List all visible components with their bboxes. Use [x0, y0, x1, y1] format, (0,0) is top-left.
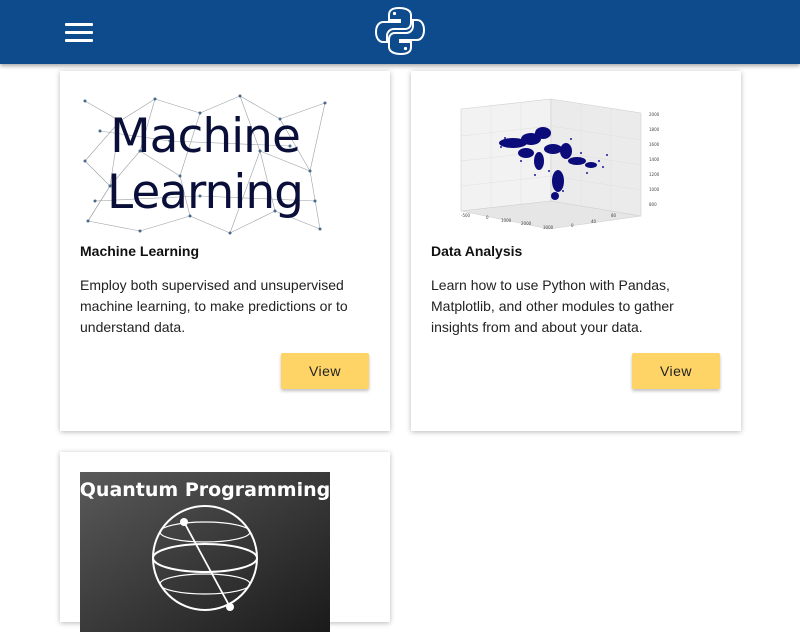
svg-text:80: 80: [611, 213, 617, 218]
svg-text:1800: 1800: [649, 127, 660, 132]
data-analysis-image: 2000 1800 1600 1400 1200 1000 800 -500 0 1000 2…: [431, 91, 681, 239]
svg-text:1000: 1000: [649, 187, 660, 192]
card-title: Data Analysis: [431, 243, 523, 259]
svg-text:2000: 2000: [649, 112, 660, 117]
image-text-machine: Machine: [110, 109, 300, 164]
course-card-machine-learning: Machine Learning Machine Learning Employ…: [60, 71, 390, 431]
card-description: Employ both supervised and unsupervised …: [80, 277, 348, 335]
course-card-data-analysis: 2000 1800 1600 1400 1200 1000 800 -500 0 1000 2…: [411, 71, 741, 431]
svg-text:1000: 1000: [501, 218, 512, 223]
svg-text:1200: 1200: [649, 172, 660, 177]
svg-text:800: 800: [649, 202, 657, 207]
svg-text:2000: 2000: [521, 221, 532, 226]
view-button[interactable]: View: [281, 353, 369, 389]
svg-text:1600: 1600: [649, 142, 660, 147]
course-card-quantum-programming: Quantum Programming: [60, 452, 390, 632]
quantum-programming-image: Quantum Programming: [80, 472, 330, 632]
svg-text:3000: 3000: [543, 225, 554, 230]
python-logo-icon[interactable]: [374, 5, 426, 57]
top-app-bar: [0, 0, 800, 64]
svg-text:-500: -500: [461, 213, 471, 218]
view-button[interactable]: View: [632, 353, 720, 389]
card-title: Machine Learning: [80, 243, 200, 259]
network-graph-illustration: Machine Learning: [80, 91, 329, 238]
hamburger-menu-icon[interactable]: [62, 18, 96, 46]
card-description: Learn how to use Python with Pandas, Mat…: [431, 277, 674, 335]
3d-scatter-plot-illustration: 200018001600 140012001000 800-500 0 10002…: [431, 91, 681, 239]
svg-text:1400: 1400: [649, 157, 660, 162]
machine-learning-image: Machine Learning: [80, 91, 329, 238]
svg-text:40: 40: [591, 219, 597, 224]
image-text-learning: Learning: [107, 165, 303, 220]
bloch-sphere-illustration: Quantum Programming: [80, 472, 330, 632]
image-text-quantum-programming: Quantum Programming: [80, 479, 330, 501]
